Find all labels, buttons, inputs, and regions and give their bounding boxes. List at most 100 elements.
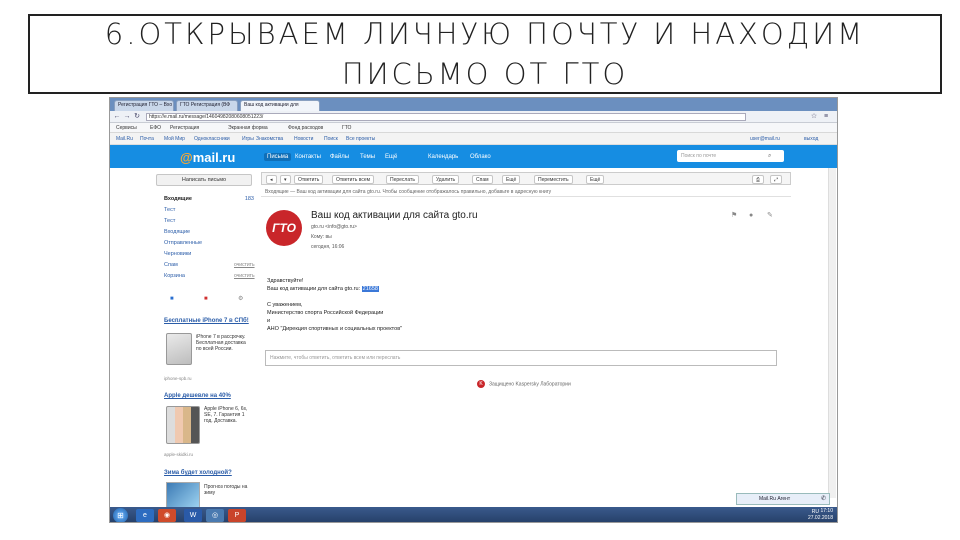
flag-icon[interactable]: ⚑ xyxy=(731,212,737,219)
unread-icon[interactable]: ● xyxy=(749,212,753,219)
word-icon[interactable]: W xyxy=(184,509,202,522)
phones-image[interactable] xyxy=(166,406,200,444)
forward-icon[interactable]: → xyxy=(123,113,131,121)
folder-inbox[interactable]: Входящие xyxy=(164,196,192,202)
browser-screenshot: Регистрация ГТО – Вхо ГТО Регистрация (В… xyxy=(109,97,838,523)
user-email[interactable]: user@mail.ru xyxy=(750,136,780,142)
bookmark[interactable]: ЕФО xyxy=(150,125,161,131)
search-icon[interactable]: ⌕ xyxy=(768,152,778,160)
sidebar-bottom-icons: ■ ■ ⚙ xyxy=(170,296,250,304)
browser-tab[interactable]: ГТО Регистрация (ВФ xyxy=(176,100,238,111)
reply-button[interactable]: Ответить xyxy=(294,175,324,184)
ad-title[interactable]: Зима будет холодной? xyxy=(164,470,232,476)
iphone-image[interactable] xyxy=(166,333,192,365)
kaspersky-icon: K xyxy=(477,380,485,388)
portal-link[interactable]: Почта xyxy=(140,136,154,142)
folder-spam[interactable]: Спам xyxy=(164,262,178,268)
settings-icon[interactable]: ⚙ xyxy=(238,296,244,302)
expand-icon[interactable]: ⤢ xyxy=(770,175,783,184)
agent-phone-icon[interactable]: ✆ xyxy=(821,494,826,505)
folder-sent[interactable]: Отправленные xyxy=(164,240,202,246)
bookmark[interactable]: ГТО xyxy=(342,125,351,131)
nav-themes[interactable]: Темы xyxy=(360,154,375,160)
browser-tab-active[interactable]: Ваш код активации для xyxy=(240,100,320,111)
red-square-icon[interactable]: ■ xyxy=(204,296,210,302)
ad-url[interactable]: iphone-spb.ru xyxy=(164,376,192,381)
menu-icon[interactable]: ≡ xyxy=(822,113,830,121)
folder-trash[interactable]: Корзина xyxy=(164,273,185,279)
portal-link[interactable]: Знакомства xyxy=(256,136,283,142)
forward-button[interactable]: Переслать xyxy=(386,175,419,184)
nav-cloud[interactable]: Облако xyxy=(470,154,491,160)
bookmark[interactable]: Сервисы xyxy=(116,125,137,131)
bookmark[interactable]: Экранная форма xyxy=(228,125,268,131)
logout-link[interactable]: выход xyxy=(804,136,818,142)
media-icon[interactable]: ◎ xyxy=(206,509,224,522)
ie-icon[interactable]: e xyxy=(136,509,154,522)
mailru-logo[interactable]: @mail.ru xyxy=(180,150,235,165)
page-scrollbar[interactable] xyxy=(828,168,836,498)
portal-link[interactable]: Новости xyxy=(294,136,313,142)
security-footer: K Защищено Kaspersky Лаборатории xyxy=(477,380,571,388)
message-from[interactable]: gto.ru <info@gto.ru> xyxy=(311,224,357,230)
browser-tab[interactable]: Регистрация ГТО – Вхо xyxy=(114,100,174,111)
dropdown-button[interactable]: ▾ xyxy=(280,175,291,184)
reply-all-button[interactable]: Ответить всем xyxy=(332,175,375,184)
attach-icon[interactable]: ✎ xyxy=(767,212,773,219)
nav-letters[interactable]: Письма xyxy=(264,153,292,161)
browser-tab-bar: Регистрация ГТО – Вхо ГТО Регистрация (В… xyxy=(110,98,837,111)
nav-more[interactable]: Ещё xyxy=(385,154,397,160)
folder-drafts[interactable]: Черновики xyxy=(164,251,191,257)
message-greeting: Здравствуйте! xyxy=(267,278,304,284)
start-button[interactable]: ⊞ xyxy=(113,508,128,522)
agent-label: Mail.Ru Агент xyxy=(759,496,791,502)
more-button[interactable]: Ещё xyxy=(502,175,521,184)
folder-item[interactable]: Входящие xyxy=(164,229,190,235)
portal-link[interactable]: Мой Мир xyxy=(164,136,185,142)
ad-title[interactable]: Бесплатные iPhone 7 в СПб! xyxy=(164,318,249,324)
ad-url[interactable]: apple-skidki.ru xyxy=(164,452,193,457)
chrome-icon[interactable]: ◉ xyxy=(158,509,176,522)
nav-contacts[interactable]: Контакты xyxy=(295,154,321,160)
url-input[interactable]: https://e.mail.ru/message/14604982080608… xyxy=(146,113,746,121)
message-view: ◂ ▾ Ответить Ответить всем Переслать Уда… xyxy=(261,168,791,508)
message-subject: Ваш код активации для сайта gto.ru xyxy=(311,210,478,221)
compose-button[interactable]: Написать письмо xyxy=(156,174,252,186)
activation-code[interactable]: 21658 xyxy=(361,286,379,292)
winter-image[interactable] xyxy=(166,482,200,508)
portal-link[interactable]: Mail.Ru xyxy=(116,136,133,142)
print-icon[interactable]: ⎙ xyxy=(752,175,765,184)
delete-button[interactable]: Удалить xyxy=(432,175,460,184)
bookmark[interactable]: Фонд расходов xyxy=(288,125,323,131)
mail-agent-bar[interactable]: Mail.Ru Агент ✆ xyxy=(736,493,830,505)
nav-files[interactable]: Файлы xyxy=(330,154,349,160)
portal-link[interactable]: Одноклассники xyxy=(194,136,230,142)
folder-breadcrumb: Входящие — Ваш код активации для сайта g… xyxy=(261,187,791,197)
bookmark[interactable]: Регистрация xyxy=(170,125,199,131)
portal-link[interactable]: Все проекты xyxy=(346,136,375,142)
message-toolbar: ◂ ▾ Ответить Ответить всем Переслать Уда… xyxy=(261,172,791,185)
portal-link[interactable]: Поиск xyxy=(324,136,338,142)
star-icon[interactable]: ☆ xyxy=(810,113,818,121)
quick-reply-input[interactable]: Нажмите, чтобы ответить, ответить всем и… xyxy=(265,350,777,366)
system-clock[interactable]: 17:10 27.02.2018 xyxy=(808,508,833,522)
spam-button[interactable]: Спам xyxy=(472,175,493,184)
blue-square-icon[interactable]: ■ xyxy=(170,296,176,302)
ad-title[interactable]: Apple дешевле на 40% xyxy=(164,393,231,399)
nav-calendar[interactable]: Календарь xyxy=(428,154,458,160)
folder-item[interactable]: Тест xyxy=(164,207,175,213)
footer-text: Защищено Kaspersky Лаборатории xyxy=(489,381,571,388)
back-button[interactable]: ◂ xyxy=(266,175,277,184)
portal-link[interactable]: Игры xyxy=(242,136,254,142)
ad-text: Прогноз погоды на зиму xyxy=(204,484,248,496)
more-button-2[interactable]: Ещё xyxy=(586,175,605,184)
reload-icon[interactable]: ↻ xyxy=(133,113,141,121)
clear-trash-link[interactable]: очистить xyxy=(234,273,255,279)
clear-spam-link[interactable]: очистить xyxy=(234,262,255,268)
folder-item[interactable]: Тест xyxy=(164,218,175,224)
move-button[interactable]: Переместить xyxy=(534,175,573,184)
back-icon[interactable]: ← xyxy=(113,113,121,121)
powerpoint-icon[interactable]: P xyxy=(228,509,246,522)
signature-line: Министерство спорта Российской Федерации xyxy=(267,310,384,316)
folder-inbox-count: 183 xyxy=(244,196,254,202)
